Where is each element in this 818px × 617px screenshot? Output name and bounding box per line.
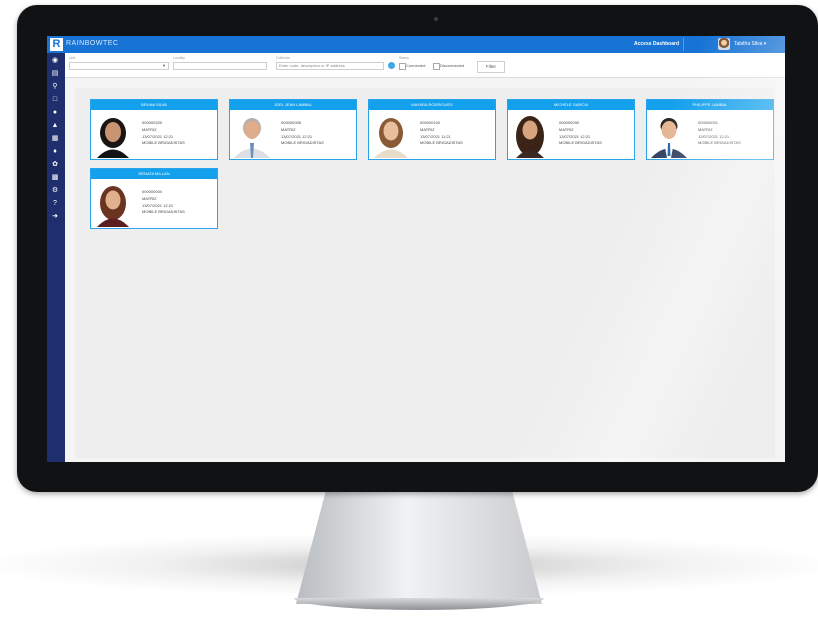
employee-unit: MATRIZ — [281, 126, 296, 132]
document-icon[interactable]: □ — [51, 96, 59, 104]
dashboard-icon[interactable]: ◉ — [51, 57, 59, 65]
employee-unit: MATRIZ — [559, 126, 574, 132]
employee-group: MOBILE BRIGADISTAS — [420, 140, 463, 146]
gear-icon[interactable]: ⚙ — [51, 187, 59, 195]
employee-datetime: 13/07/2021 12:21 — [281, 133, 313, 139]
employee-photo — [232, 113, 272, 158]
employee-datetime: 13/07/2021 12:21 — [142, 133, 174, 139]
employee-code: 000000006 — [281, 120, 302, 125]
employee-photo — [93, 182, 133, 227]
filter-bar: Unit ▼ Locality Collector Enter code, de… — [65, 53, 785, 78]
employee-name: MAYARA RODRIGUES — [369, 100, 495, 110]
employee-name: PHILIPPE LAMBAL — [647, 100, 773, 110]
avatar[interactable] — [718, 38, 730, 50]
unit-select[interactable]: ▼ — [69, 62, 169, 70]
employee-group: MOBILE BRIGADISTAS — [142, 140, 185, 146]
camera-dot — [434, 17, 438, 21]
employee-code: 000000001 — [698, 120, 719, 125]
employee-card[interactable]: MICHELE GARCIA 000000090 MATRIZ 13/07/20… — [507, 99, 635, 160]
connected-checkbox[interactable] — [399, 63, 406, 70]
employee-name: BRUNA SILVA — [91, 100, 217, 110]
employee-grid: BRUNA SILVA 000000320 MATRIZ 13/07/2021 … — [75, 88, 775, 458]
locality-label: Locality — [173, 56, 185, 60]
locality-input[interactable] — [173, 62, 267, 70]
employee-group: MOBILE BRIGADISTAS — [559, 140, 602, 146]
help-icon[interactable]: ? — [51, 200, 59, 208]
employee-datetime: 13/07/2021 12:21 — [142, 202, 174, 208]
employee-info: 000000090 MATRIZ 13/07/2021 12:21 MOBILE… — [559, 120, 602, 147]
employee-card[interactable]: BRUNA SILVA 000000320 MATRIZ 13/07/2021 … — [90, 99, 218, 160]
chevron-down-icon: ▼ — [162, 63, 166, 68]
employee-unit: MATRIZ — [142, 195, 157, 201]
employee-unit: MATRIZ — [698, 126, 713, 132]
employee-name: RENATA MILLAN — [91, 169, 217, 179]
employee-info: 000000100 MATRIZ 13/07/2021 11:21 MOBILE… — [420, 120, 463, 147]
employee-name: JOEL JEAN LAMBAL — [230, 100, 356, 110]
employee-datetime: 13/07/2021 11:21 — [420, 133, 451, 139]
employee-datetime: 13/07/2021 12:21 — [559, 133, 591, 139]
connected-label: Connected — [406, 63, 426, 68]
employee-photo — [93, 113, 133, 158]
employee-unit: MATRIZ — [142, 126, 157, 132]
status-label: Status — [399, 56, 409, 60]
employee-code: 000000004 — [142, 189, 163, 194]
employee-name: MICHELE GARCIA — [508, 100, 634, 110]
chart-icon[interactable]: ▤ — [51, 70, 59, 78]
employee-unit: MATRIZ — [420, 126, 435, 132]
print-icon[interactable]: ▩ — [51, 174, 59, 182]
employee-info: 000000004 MATRIZ 13/07/2021 12:21 MOBILE… — [142, 189, 185, 216]
employee-group: MOBILE BRIGADISTAS — [281, 140, 324, 146]
search-icon[interactable] — [388, 62, 395, 69]
topbar-divider — [683, 38, 684, 51]
employee-photo — [371, 113, 411, 158]
unit-label: Unit — [69, 56, 76, 60]
disconnected-checkbox[interactable] — [433, 63, 440, 70]
disconnected-label: Disconnected — [440, 63, 465, 68]
user-menu[interactable]: Tabitha Silva ▾ — [734, 41, 766, 47]
users-icon[interactable]: ● — [51, 109, 59, 117]
brand-name: RAINBOWTEC — [66, 40, 119, 47]
user-icon[interactable]: ▲ — [51, 122, 59, 130]
brand-logo[interactable]: R — [50, 38, 63, 51]
employee-info: 000000320 MATRIZ 13/07/2021 12:21 MOBILE… — [142, 120, 185, 147]
employee-photo — [510, 113, 550, 158]
logout-icon[interactable]: ➜ — [51, 213, 59, 221]
settings-icon[interactable]: ✿ — [51, 161, 59, 169]
employee-card[interactable]: JOEL JEAN LAMBAL 000000006 MATRIZ 13/07/… — [229, 99, 357, 160]
employee-code: 000000320 — [142, 120, 163, 125]
employee-card[interactable]: RENATA MILLAN 000000004 MATRIZ 13/07/202… — [90, 168, 218, 229]
employee-info: 000000001 MATRIZ 12/07/2021 12:21 MOBILE… — [698, 120, 741, 147]
calendar-icon[interactable]: ▦ — [51, 135, 59, 143]
access-dashboard-link[interactable]: Access Dashboard — [634, 41, 679, 47]
employee-group: MOBILE BRIGADISTAS — [698, 140, 741, 146]
employee-info: 000000006 MATRIZ 13/07/2021 12:21 MOBILE… — [281, 120, 324, 147]
monitor-stand-base — [294, 598, 544, 610]
cutlery-icon[interactable]: ♦ — [51, 148, 59, 156]
employee-card[interactable]: PHILIPPE LAMBAL 000000001 MATRIZ 12/07/2… — [646, 99, 774, 160]
filter-button[interactable]: Filter — [477, 61, 505, 73]
employee-photo — [649, 113, 689, 158]
employee-group: MOBILE BRIGADISTAS — [142, 209, 185, 215]
employee-code: 000000090 — [559, 120, 580, 125]
monitor-stand — [296, 492, 542, 604]
key-icon[interactable]: ⚲ — [51, 83, 59, 91]
top-bar: R RAINBOWTEC Access Dashboard Tabitha Si… — [47, 36, 785, 53]
collector-label: Collector — [276, 56, 290, 60]
employee-code: 000000100 — [420, 120, 441, 125]
employee-datetime: 12/07/2021 12:21 — [698, 133, 730, 139]
sidebar: ◉ ▤ ⚲ □ ● ▲ ▦ ♦ ✿ ▩ ⚙ ? ➜ — [47, 53, 65, 462]
collector-input[interactable]: Enter code, description or IP address — [276, 62, 384, 70]
employee-card[interactable]: MAYARA RODRIGUES 000000100 MATRIZ 13/07/… — [368, 99, 496, 160]
app-screen: R RAINBOWTEC Access Dashboard Tabitha Si… — [47, 36, 785, 462]
